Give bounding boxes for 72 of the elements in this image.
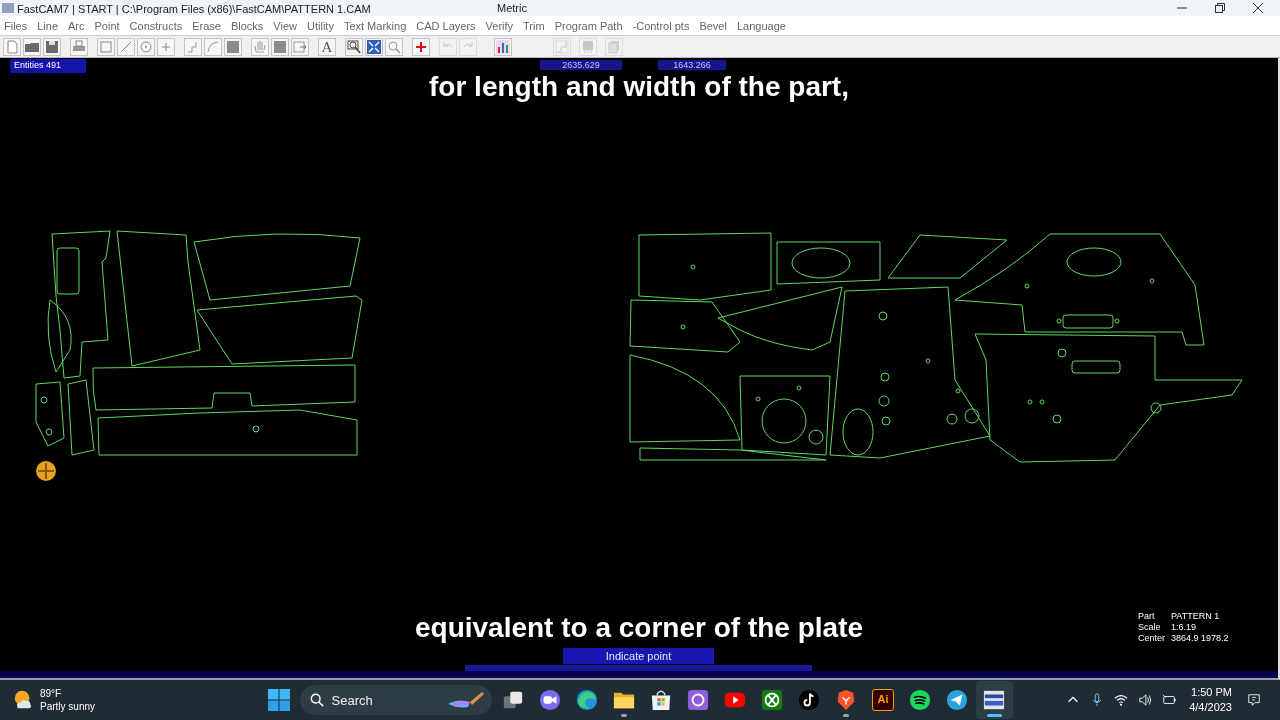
- zoom-icon[interactable]: [385, 37, 403, 56]
- clock-date[interactable]: 4/4/2023: [1189, 700, 1232, 715]
- search-field[interactable]: Search: [299, 685, 492, 715]
- info-value: 3864.9 1978.2: [1171, 633, 1229, 644]
- start-icon[interactable]: [267, 689, 290, 711]
- clock-time[interactable]: 1:50 PM: [1191, 685, 1232, 700]
- info-value: PATTERN 1: [1171, 611, 1221, 622]
- menu-item[interactable]: View: [273, 19, 297, 32]
- paper-plane-icon: [946, 689, 968, 711]
- zoom-window-icon[interactable]: [345, 37, 363, 56]
- app-icon: [2, 2, 14, 14]
- taskbar-button[interactable]: [975, 681, 1013, 719]
- search-icon: [309, 693, 324, 707]
- speaker-icon[interactable]: [1138, 693, 1153, 707]
- menu-item[interactable]: Point: [94, 19, 120, 32]
- menu-item[interactable]: Line: [37, 19, 59, 32]
- notification-icon[interactable]: [1247, 693, 1261, 707]
- menu-item[interactable]: Language: [736, 19, 786, 32]
- menu-item[interactable]: Erase: [192, 19, 221, 32]
- menu-item[interactable]: Utility: [307, 19, 334, 32]
- menu-item[interactable]: Text Marking: [343, 19, 407, 32]
- menu-item[interactable]: -Control pts: [632, 19, 690, 32]
- info-label: Scale: [1138, 622, 1162, 633]
- prompt-message: Indicate point: [563, 648, 714, 664]
- units-label: Metric: [497, 2, 527, 14]
- chart-icon[interactable]: [494, 37, 512, 56]
- wifi-icon[interactable]: [1114, 693, 1129, 707]
- plus-icon[interactable]: [412, 37, 430, 56]
- shield-icon: [835, 689, 857, 711]
- menu-item[interactable]: Program Path: [554, 19, 623, 32]
- printer-icon[interactable]: [70, 37, 88, 56]
- text-tool-button[interactable]: A: [318, 37, 336, 56]
- menu-item[interactable]: Trim: [523, 19, 545, 32]
- taskbar-button[interactable]: Ai: [864, 681, 902, 719]
- sound-waves-icon: [909, 689, 931, 711]
- weather-condition[interactable]: Partly sunny: [40, 700, 96, 713]
- menu-item[interactable]: Arc: [68, 19, 85, 32]
- filled-square-icon[interactable]: [224, 37, 242, 56]
- info-label: Part: [1138, 611, 1156, 622]
- part-outline: [35, 381, 65, 447]
- window-title: FastCAM7 | START | C:\Program Files (x86)\FastCAM\PATTERN 1.CAM: [17, 3, 371, 15]
- menu-item[interactable]: Files: [4, 19, 28, 32]
- expand-arrows-icon[interactable]: [365, 37, 383, 56]
- menu-item[interactable]: Verify: [485, 19, 514, 32]
- close-icon[interactable]: [1253, 3, 1263, 13]
- info-value: 1:6.19: [1171, 622, 1198, 633]
- menu-item[interactable]: Constructs: [129, 19, 183, 32]
- restore-icon[interactable]: [1215, 3, 1225, 13]
- x-sphere-icon: [761, 689, 783, 711]
- weather-temperature[interactable]: 89°F: [40, 687, 96, 700]
- coordinate-readout: 2635.629: [540, 60, 622, 70]
- coordinate-readout: 1643.266: [658, 60, 726, 70]
- menu-item[interactable]: CAD Layers: [416, 19, 476, 32]
- save-icon[interactable]: [43, 37, 61, 56]
- entity-count: Entities 491: [10, 59, 86, 73]
- video-chat-icon: [539, 689, 561, 711]
- app-window-icon: [983, 689, 1005, 711]
- battery-icon[interactable]: [1162, 693, 1177, 707]
- browser-icon: [576, 689, 598, 711]
- plus-circle-icon: [36, 461, 56, 481]
- folder-icon[interactable]: [23, 37, 41, 56]
- sun-cloud-icon[interactable]: [12, 689, 34, 711]
- menu-item[interactable]: Bevel: [699, 19, 727, 32]
- video-caption: for length and width of the part,: [429, 71, 849, 102]
- video-caption: equivalent to a corner of the plate: [414, 612, 864, 643]
- music-note-icon: [798, 689, 820, 711]
- filled-square-icon[interactable]: [271, 37, 289, 56]
- menu-item[interactable]: Blocks: [230, 19, 264, 32]
- task-view-icon: [502, 689, 524, 711]
- ring-tile-icon: [687, 689, 709, 711]
- shopping-bag-icon: [650, 689, 672, 711]
- info-label: Center: [1138, 633, 1165, 644]
